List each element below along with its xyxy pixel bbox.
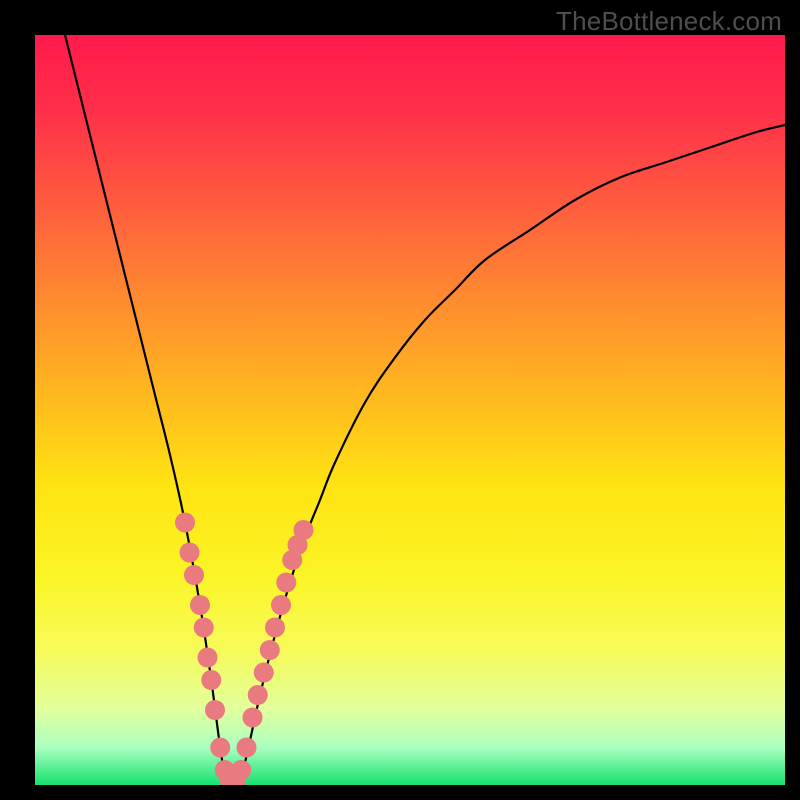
chart-frame: TheBottleneck.com [0,0,800,800]
data-point [254,663,274,683]
data-point [248,685,268,705]
data-point [276,573,296,593]
data-point [205,700,225,720]
chart-svg [35,35,785,785]
data-point [201,670,221,690]
gradient-background [35,35,785,785]
watermark-text: TheBottleneck.com [556,6,782,37]
data-point [243,708,263,728]
data-point [260,640,280,660]
data-point [184,565,204,585]
data-point [237,738,257,758]
data-point [265,618,285,638]
data-point [198,648,218,668]
data-point [180,543,200,563]
data-point [210,738,230,758]
data-point [175,513,195,533]
data-point [231,760,251,780]
data-point [190,595,210,615]
data-point [194,618,214,638]
data-point [294,520,314,540]
data-point [271,595,291,615]
plot-area [35,35,785,785]
